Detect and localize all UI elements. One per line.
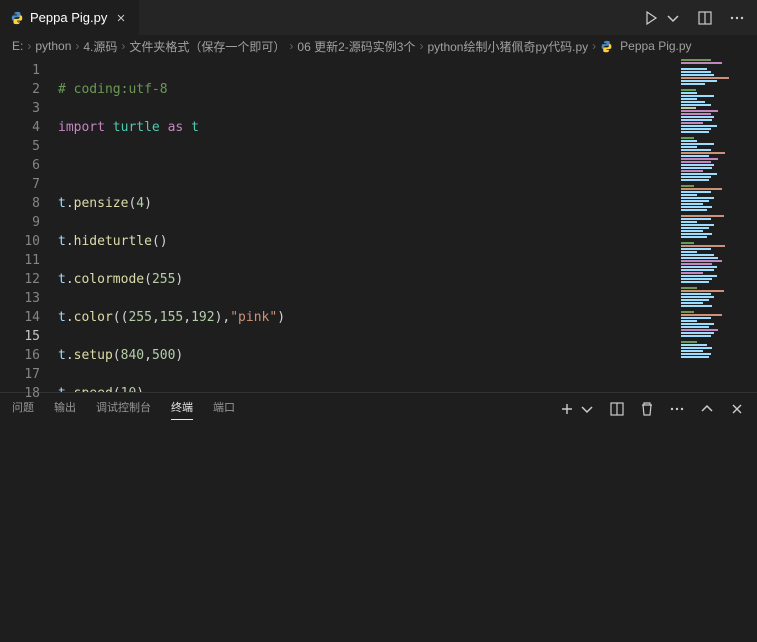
code-editor[interactable]: 123 456 789 101112 1314 15 161718 # codi… (0, 57, 757, 392)
panel-tab-debug[interactable]: 调试控制台 (96, 399, 151, 420)
editor-tab[interactable]: Peppa Pig.py (0, 0, 140, 35)
trash-icon[interactable] (639, 401, 655, 417)
python-icon (600, 40, 613, 53)
code-area[interactable]: # coding:utf-8 import turtle as t t.pens… (58, 57, 679, 392)
line-gutter: 123 456 789 101112 1314 15 161718 (0, 57, 58, 392)
breadcrumb[interactable]: E:› python› 4.源码› 文件夹格式（保存一个即可）› 06 更新2-… (0, 35, 757, 57)
panel-tab-ports[interactable]: 端口 (213, 399, 235, 420)
breadcrumb-item[interactable]: 文件夹格式（保存一个即可） (129, 38, 285, 55)
panel-tab-output[interactable]: 输出 (54, 399, 76, 420)
terminal-body[interactable] (0, 425, 757, 635)
bottom-panel: 问题 输出 调试控制台 终端 端口 (0, 392, 757, 642)
close-icon[interactable] (113, 10, 129, 26)
breadcrumb-item[interactable]: 06 更新2-源码实例3个 (297, 38, 415, 55)
breadcrumb-item[interactable]: python绘制小猪佩奇py代码.py (427, 38, 588, 55)
more-icon[interactable] (729, 10, 745, 26)
split-terminal-icon[interactable] (609, 401, 625, 417)
chevron-up-icon[interactable] (699, 401, 715, 417)
more-icon[interactable] (669, 401, 685, 417)
breadcrumb-item[interactable]: 4.源码 (83, 38, 117, 55)
new-terminal-icon[interactable] (559, 401, 575, 417)
panel-tab-terminal[interactable]: 终端 (171, 399, 193, 420)
tab-bar: Peppa Pig.py (0, 0, 757, 35)
breadcrumb-item[interactable]: python (35, 39, 71, 53)
python-icon (10, 11, 24, 25)
close-panel-icon[interactable] (729, 401, 745, 417)
run-icon[interactable] (643, 10, 659, 26)
tab-title: Peppa Pig.py (30, 10, 107, 25)
chevron-down-icon[interactable] (579, 401, 595, 417)
split-editor-icon[interactable] (697, 10, 713, 26)
breadcrumb-item[interactable]: E: (12, 39, 23, 53)
breadcrumb-item[interactable]: Peppa Pig.py (620, 39, 691, 53)
minimap[interactable] (679, 57, 757, 392)
chevron-down-icon[interactable] (665, 10, 681, 26)
